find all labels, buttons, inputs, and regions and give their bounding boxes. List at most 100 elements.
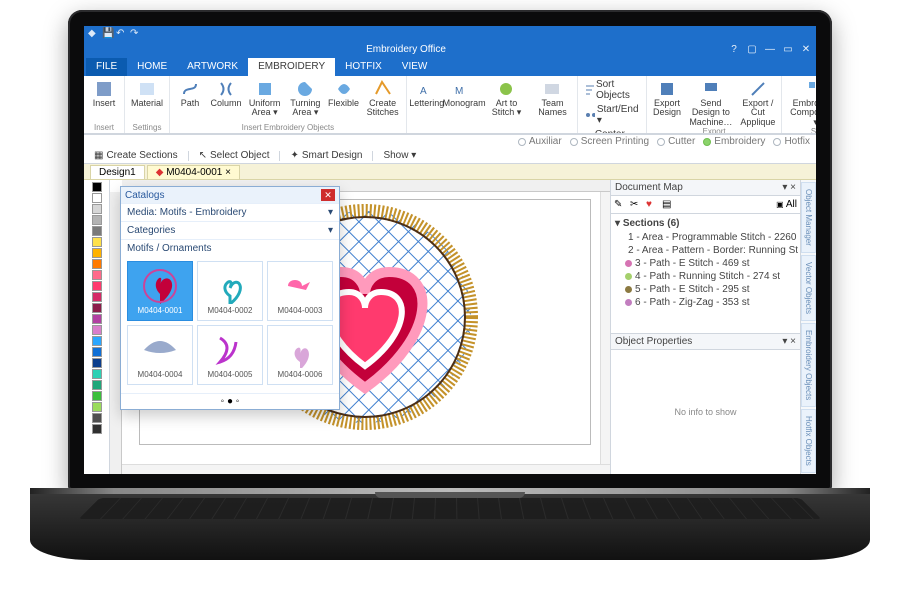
column-button[interactable]: Column [210,78,242,118]
palette-swatch[interactable] [92,204,102,214]
send-to-machine-button[interactable]: Send Design to Machine… [687,78,735,127]
layers-icon[interactable]: ▤ [662,199,674,211]
catalog-item[interactable]: M0404-0003 [267,261,333,321]
tab-view[interactable]: VIEW [392,58,438,76]
quick-access-toolbar: ◆ 💾 ↶ ↷ [84,26,816,40]
palette-swatch[interactable] [92,281,102,291]
palette-swatch[interactable] [92,413,102,423]
palette-swatch[interactable] [92,336,102,346]
vertical-tab[interactable]: Embroidery Objects [801,323,816,407]
lettering-button[interactable]: ALettering [411,78,443,118]
palette-swatch[interactable] [92,369,102,379]
canvas[interactable]: Catalogs✕ Media: Motifs - Embroidery▾ Ca… [110,180,610,474]
scrollbar-horizontal[interactable] [122,464,610,474]
select-object-button[interactable]: ↖ Select Object [195,149,274,162]
material-button[interactable]: Material [129,78,165,108]
palette-swatch[interactable] [92,237,102,247]
section-node[interactable]: 1 - Area - Programmable Stitch - 2260 st [615,231,798,244]
tab-file[interactable]: FILE [86,58,127,76]
opt-hotfix[interactable]: Hotfix [773,136,810,147]
palette-swatch[interactable] [92,391,102,401]
team-names-button[interactable]: Team Names [532,78,574,118]
palette-swatch[interactable] [92,259,102,269]
palette-swatch[interactable] [92,402,102,412]
catalog-item[interactable]: M0404-0004 [127,325,193,385]
palette-swatch[interactable] [92,292,102,302]
export-cut-button[interactable]: Export / Cut Applique [739,78,777,127]
section-node[interactable]: 5 - Path - E Stitch - 295 st [615,283,798,296]
undo-icon[interactable]: ↶ [116,28,126,38]
create-stitches-button[interactable]: Create Stitches [364,78,402,118]
catalogs-path-row[interactable]: Motifs / Ornaments [121,239,339,257]
insert-button[interactable]: Insert [88,78,120,108]
save-icon[interactable]: 💾 [102,28,112,38]
minimize-icon[interactable]: — [764,44,776,55]
palette-swatch[interactable] [92,248,102,258]
pen-icon[interactable]: ✎ [614,199,626,211]
turning-area-button[interactable]: Turning Area ▾ [287,78,323,118]
panel-menu-icon[interactable]: ▾ × [782,336,796,347]
scissors-icon[interactable]: ✂ [630,199,642,211]
doc-tab-design1[interactable]: Design1 [90,165,145,179]
palette-swatch[interactable] [92,380,102,390]
tab-artwork[interactable]: ARTWORK [177,58,248,76]
maximize-icon[interactable]: ▭ [782,44,794,55]
vertical-tab[interactable]: Hotfix Objects [801,409,816,473]
palette-swatch[interactable] [92,193,102,203]
palette-swatch[interactable] [92,424,102,434]
document-map-tree[interactable]: ▾ Sections (6) 1 - Area - Programmable S… [611,214,800,334]
palette-swatch[interactable] [92,358,102,368]
monogram-button[interactable]: MMonogram [447,78,482,118]
palette-swatch[interactable] [92,215,102,225]
section-node[interactable]: 4 - Path - Running Stitch - 274 st [615,270,798,283]
palette-swatch[interactable] [92,226,102,236]
palette-swatch[interactable] [92,303,102,313]
palette-swatch[interactable] [92,270,102,280]
catalogs-pager[interactable]: ◦ ● ◦ [121,393,339,409]
doc-tab-current[interactable]: ◆ M0404-0001 × [147,165,240,179]
tab-hotfix[interactable]: HOTFIX [335,58,392,76]
create-sections-button[interactable]: ▦ Create Sections [90,149,182,162]
opt-cutter[interactable]: Cutter [657,136,695,147]
catalog-item[interactable]: M0404-0001 [127,261,193,321]
opt-embroidery[interactable]: Embroidery [703,136,765,147]
vertical-tab[interactable]: Object Manager [801,182,816,253]
catalog-item[interactable]: M0404-0002 [197,261,263,321]
catalogs-media-row[interactable]: Media: Motifs - Embroidery▾ [121,203,339,221]
catalogs-categories-row[interactable]: Categories▾ [121,221,339,239]
vertical-tab[interactable]: Vector Objects [801,255,816,321]
close-icon[interactable]: ✕ [800,44,812,55]
catalog-item[interactable]: M0404-0005 [197,325,263,385]
palette-swatch[interactable] [92,182,102,192]
heart-icon[interactable]: ♥ [646,199,658,211]
embroidery-components-button[interactable]: Embroidery Components ▾ [786,78,816,127]
start-end-button[interactable]: Start/End ▾ [582,103,642,127]
scrollbar-vertical[interactable] [600,192,610,464]
palette-swatch[interactable] [92,314,102,324]
redo-icon[interactable]: ↷ [130,28,140,38]
smart-design-button[interactable]: ✦ Smart Design [286,149,366,162]
palette-swatch[interactable] [92,325,102,335]
all-toggle[interactable]: ▣ All [776,199,797,210]
flexible-button[interactable]: Flexible [328,78,360,118]
section-node[interactable]: 6 - Path - Zig-Zag - 353 st [615,296,798,309]
sort-objects-button[interactable]: Sort Objects [582,78,642,102]
section-node[interactable]: 2 - Area - Pattern - Border: Running Sti… [615,244,798,257]
opt-screen-printing[interactable]: Screen Printing [570,136,649,147]
uniform-area-button[interactable]: Uniform Area ▾ [246,78,283,118]
catalogs-close-icon[interactable]: ✕ [321,189,335,201]
tab-home[interactable]: HOME [127,58,177,76]
panel-menu-icon[interactable]: ▾ × [782,182,796,193]
section-node[interactable]: 3 - Path - E Stitch - 469 st [615,257,798,270]
palette-swatch[interactable] [92,347,102,357]
art-to-stitch-button[interactable]: Art to Stitch ▾ [485,78,527,118]
show-menu[interactable]: Show ▾ [379,149,420,162]
export-design-button[interactable]: Export Design [651,78,683,127]
path-button[interactable]: Path [174,78,206,118]
tab-embroidery[interactable]: EMBROIDERY [248,58,335,76]
catalog-item[interactable]: M0404-0006 [267,325,333,385]
opt-auxiliar[interactable]: Auxiliar [518,136,562,147]
close-tab-icon[interactable]: × [225,167,231,178]
help-icon[interactable]: ? [728,44,740,55]
ribbon-collapse-icon[interactable]: ▢ [746,44,758,55]
